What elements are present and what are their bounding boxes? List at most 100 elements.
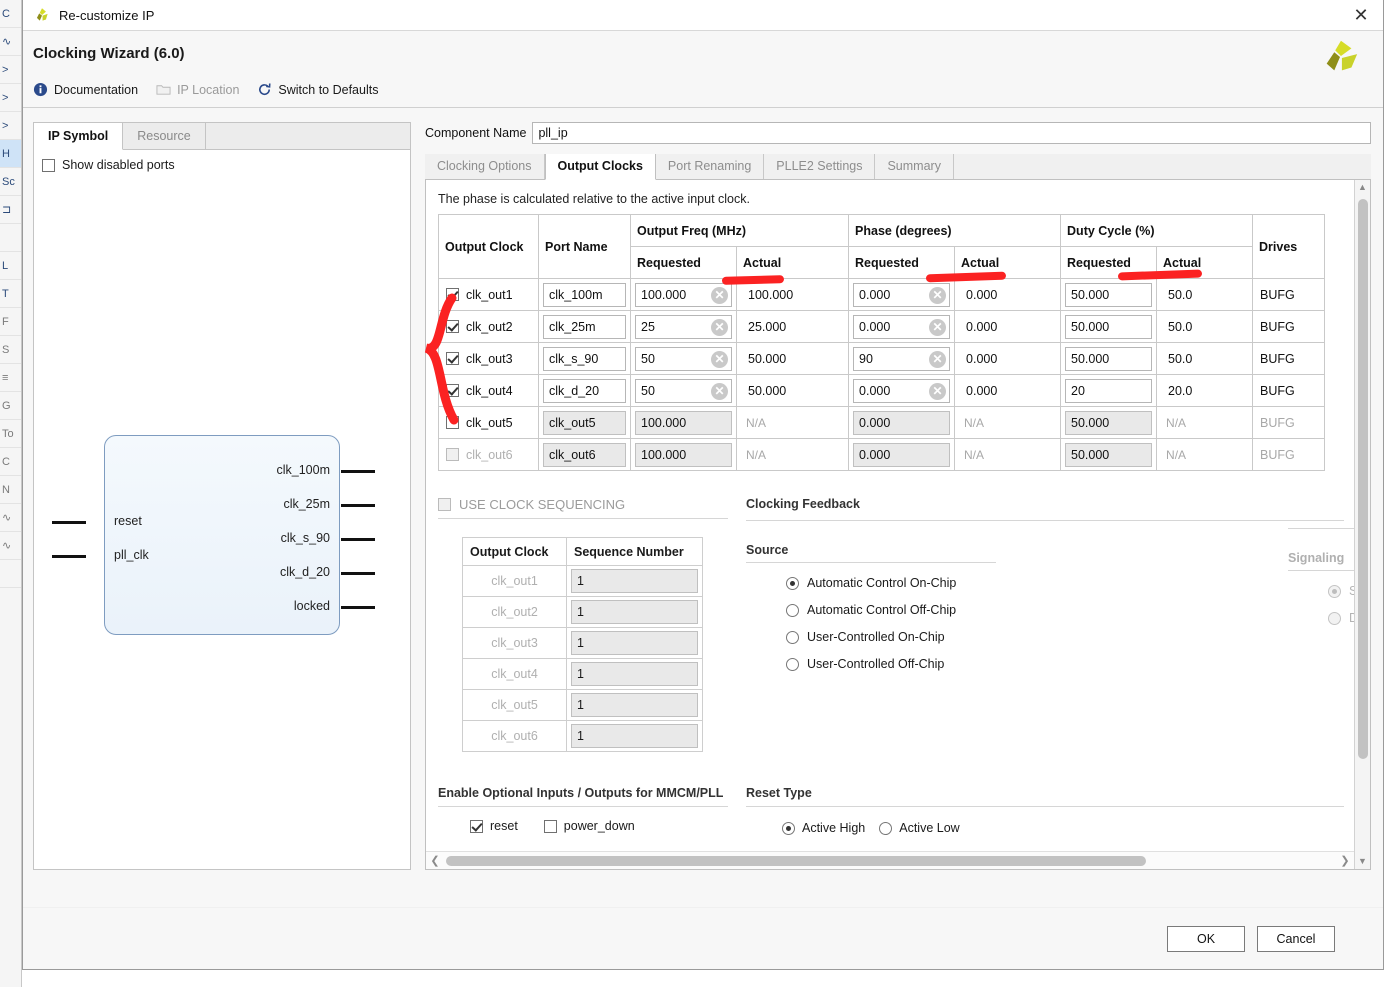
- power-down-checkbox[interactable]: power_down: [543, 819, 635, 833]
- duty-requested-input[interactable]: 50.000: [1065, 314, 1153, 339]
- tab-output-clocks[interactable]: Output Clocks: [544, 154, 656, 180]
- pin-clk_s_90: [341, 538, 375, 541]
- clock-enable-checkbox[interactable]: clk_out6: [439, 448, 538, 462]
- cell-freq-requested[interactable]: 50 ✕: [630, 374, 737, 407]
- pin-pll_clk: [52, 555, 86, 558]
- freq-requested-input[interactable]: 50 ✕: [635, 346, 732, 371]
- radio-source-user-controlled-on-chip[interactable]: User-Controlled On-Chip: [786, 630, 1344, 644]
- cell-phase-requested[interactable]: 0.000 ✕: [848, 374, 956, 407]
- table-row: clk_out6 clk_out6 100.000 N/A 0.000 N/A 50.000…: [438, 438, 1326, 471]
- duty-requested-value: 20: [1071, 383, 1085, 398]
- close-icon[interactable]: ✕: [1339, 0, 1383, 30]
- tab-resource[interactable]: Resource: [123, 123, 206, 149]
- phase-requested-input[interactable]: 90 ✕: [853, 346, 951, 371]
- freq-actual-value: 25.000: [748, 319, 787, 334]
- show-disabled-ports-checkbox[interactable]: Show disabled ports: [42, 158, 410, 172]
- radio-active-high[interactable]: Active High: [782, 821, 865, 835]
- clock-enable-checkbox[interactable]: clk_out3: [439, 352, 538, 366]
- optional-io-section: Enable Optional Inputs / Outputs for MMC…: [438, 786, 728, 835]
- cell-port-name[interactable]: clk_100m: [538, 278, 631, 311]
- vertical-scroll-thumb[interactable]: [1357, 199, 1368, 759]
- scroll-left-icon[interactable]: ❮: [428, 854, 442, 867]
- cell-output-clock[interactable]: clk_out5: [438, 406, 539, 439]
- cell-freq-requested[interactable]: 25 ✕: [630, 310, 737, 343]
- dialog-title: Re-customize IP: [59, 7, 155, 23]
- clear-icon[interactable]: ✕: [929, 350, 947, 368]
- port-name-input[interactable]: clk_d_20: [543, 378, 626, 403]
- clear-icon[interactable]: ✕: [711, 318, 728, 336]
- phase-requested-input[interactable]: 0.000 ✕: [853, 282, 951, 307]
- freq-requested-input[interactable]: 50 ✕: [635, 378, 732, 403]
- radio-source-user-controlled-off-chip[interactable]: User-Controlled Off-Chip: [786, 657, 1344, 671]
- ip-location-button[interactable]: IP Location: [156, 82, 239, 97]
- clear-icon[interactable]: ✕: [929, 286, 947, 304]
- reset-checkbox[interactable]: reset: [470, 819, 518, 833]
- clear-icon[interactable]: ✕: [929, 318, 947, 336]
- cell-output-clock[interactable]: clk_out2: [438, 310, 539, 343]
- cell-duty-requested[interactable]: 20: [1060, 374, 1158, 407]
- scroll-up-icon[interactable]: ▲: [1355, 180, 1371, 195]
- settings-tabbar: Clocking Options Output Clocks Port Rena…: [425, 154, 1371, 180]
- cell-output-clock[interactable]: clk_out6: [438, 438, 539, 471]
- pin-reset: [52, 521, 86, 524]
- use-clock-sequencing-checkbox[interactable]: USE CLOCK SEQUENCING: [438, 497, 728, 512]
- ok-button[interactable]: OK: [1167, 925, 1245, 952]
- cell-duty-requested[interactable]: 50.000: [1060, 310, 1158, 343]
- vertical-scrollbar[interactable]: ▲ ▼: [1354, 180, 1370, 869]
- port-name-input[interactable]: clk_100m: [543, 282, 626, 307]
- clear-icon[interactable]: ✕: [711, 382, 728, 400]
- scroll-right-icon[interactable]: ❯: [1338, 854, 1352, 867]
- clear-icon[interactable]: ✕: [711, 286, 728, 304]
- port-name-input[interactable]: clk_s_90: [543, 346, 626, 371]
- phase-requested-input[interactable]: 0.000 ✕: [853, 314, 951, 339]
- horizontal-scrollbar[interactable]: ❮ ❯: [426, 851, 1354, 869]
- background-row: ∿: [0, 28, 21, 56]
- freq-requested-input[interactable]: 100.000 ✕: [635, 282, 732, 307]
- duty-requested-input[interactable]: 20: [1065, 378, 1153, 403]
- tab-port-renaming[interactable]: Port Renaming: [656, 154, 765, 179]
- component-name-input[interactable]: [532, 122, 1371, 144]
- tab-plle2-settings[interactable]: PLLE2 Settings: [764, 154, 876, 179]
- cell-freq-actual: 50.000: [735, 342, 850, 375]
- cell-port-name[interactable]: clk_d_20: [538, 374, 631, 407]
- tab-clocking-options[interactable]: Clocking Options: [425, 154, 545, 179]
- clock-enable-checkbox[interactable]: clk_out4: [439, 384, 538, 398]
- switch-to-defaults-button[interactable]: Switch to Defaults: [257, 82, 378, 97]
- cell-output-clock[interactable]: clk_out1: [438, 278, 539, 311]
- cancel-button[interactable]: Cancel: [1257, 925, 1335, 952]
- phase-requested-input[interactable]: 0.000 ✕: [853, 378, 951, 403]
- scroll-down-icon[interactable]: ▼: [1355, 854, 1371, 869]
- cell-phase-requested[interactable]: 90 ✕: [848, 342, 956, 375]
- cell-phase-requested[interactable]: 0.000 ✕: [848, 310, 956, 343]
- horizontal-scroll-thumb[interactable]: [446, 855, 1146, 866]
- port-name-input[interactable]: clk_25m: [543, 314, 626, 339]
- duty-requested-input[interactable]: 50.000: [1065, 282, 1153, 307]
- tab-ip-symbol[interactable]: IP Symbol: [34, 123, 124, 150]
- cell-freq-requested[interactable]: 50 ✕: [630, 342, 737, 375]
- freq-requested-value: 25: [641, 319, 655, 334]
- tab-summary[interactable]: Summary: [875, 154, 954, 179]
- sequence-row: clk_out3 1: [462, 627, 703, 659]
- radio-source-automatic-control-on-chip[interactable]: Automatic Control On-Chip: [786, 576, 1344, 590]
- cell-duty-requested[interactable]: 50.000: [1060, 278, 1158, 311]
- cell-duty-requested[interactable]: 50.000: [1060, 342, 1158, 375]
- cell-port-name[interactable]: clk_s_90: [538, 342, 631, 375]
- duty-requested-input[interactable]: 50.000: [1065, 346, 1153, 371]
- vertical-scroll-track[interactable]: [1355, 195, 1371, 854]
- clock-enable-checkbox[interactable]: clk_out5: [439, 416, 538, 430]
- cell-output-clock[interactable]: clk_out3: [438, 342, 539, 375]
- background-application-sliver: C ∿ > > > H Sc ⊐ L T F S ≡ G To C N ∿ ∿: [0, 0, 22, 987]
- cell-phase-requested[interactable]: 0.000 ✕: [848, 278, 956, 311]
- cell-output-clock[interactable]: clk_out4: [438, 374, 539, 407]
- clear-icon[interactable]: ✕: [711, 350, 728, 368]
- clear-icon[interactable]: ✕: [929, 382, 947, 400]
- radio-active-low[interactable]: Active Low: [879, 821, 960, 835]
- duty-actual-value: 50.0: [1168, 351, 1193, 366]
- clock-enable-checkbox[interactable]: clk_out2: [439, 320, 538, 334]
- clock-enable-checkbox[interactable]: clk_out1: [439, 288, 538, 302]
- freq-requested-input[interactable]: 25 ✕: [635, 314, 732, 339]
- documentation-button[interactable]: Documentation: [33, 82, 138, 97]
- cell-port-name[interactable]: clk_25m: [538, 310, 631, 343]
- radio-source-automatic-control-off-chip[interactable]: Automatic Control Off-Chip: [786, 603, 1344, 617]
- cell-freq-requested[interactable]: 100.000 ✕: [630, 278, 737, 311]
